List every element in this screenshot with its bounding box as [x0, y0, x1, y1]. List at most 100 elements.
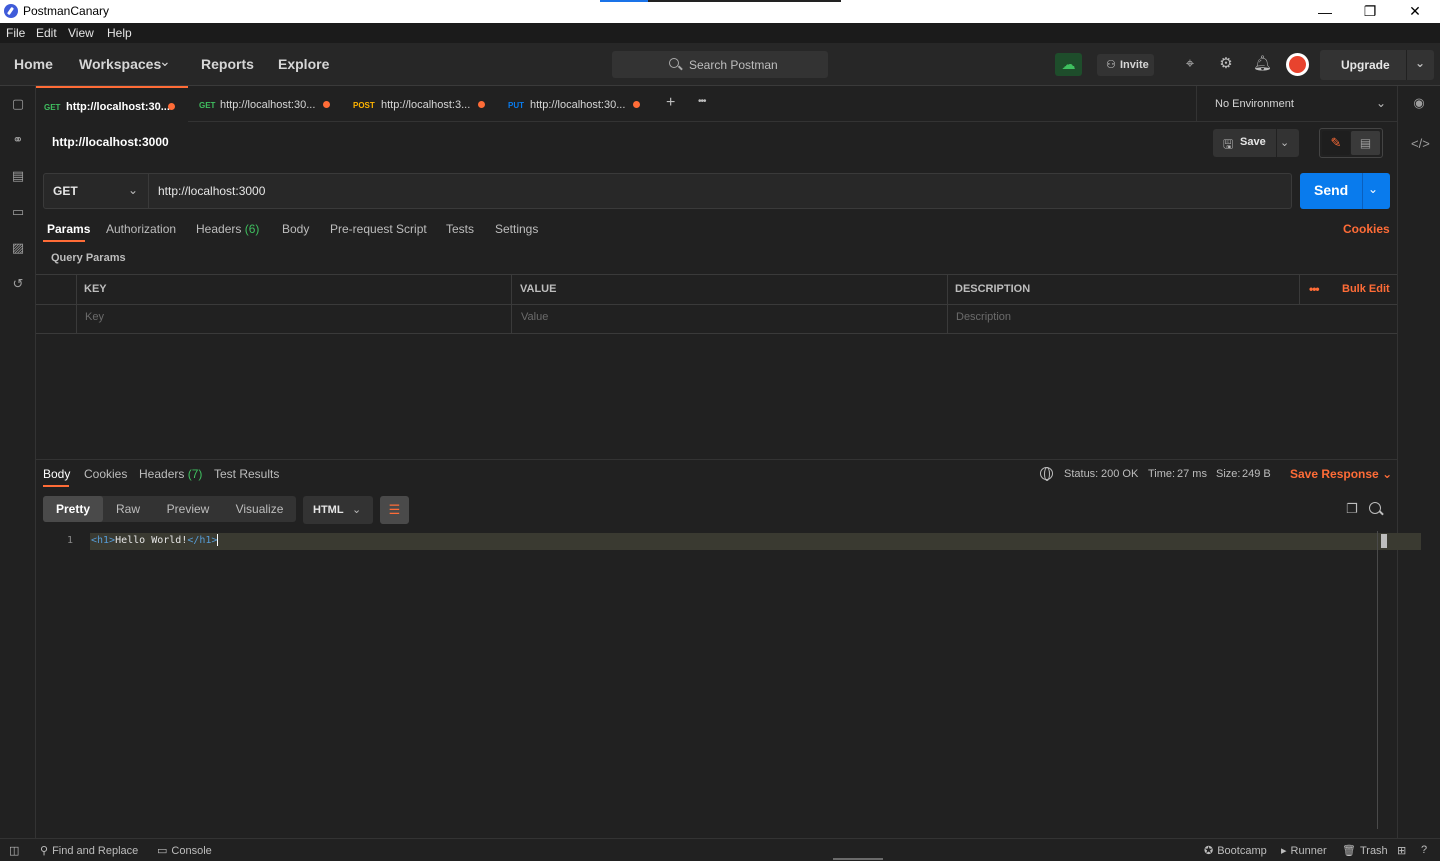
tab-authorization[interactable]: Authorization: [106, 222, 176, 236]
editor-scrollbar-thumb[interactable]: [1381, 534, 1387, 548]
toggle-sidebar-icon[interactable]: ◫: [9, 844, 19, 857]
help-icon[interactable]: ?: [1421, 844, 1427, 856]
request-tab[interactable]: PUT http://localhost:30...: [497, 86, 651, 122]
tab-body[interactable]: Body: [282, 222, 309, 236]
two-pane-icon[interactable]: ⊞: [1397, 844, 1406, 857]
mock-servers-icon[interactable]: ▭: [10, 204, 26, 220]
response-editor[interactable]: 1 <h1>Hello World!</h1>: [36, 530, 1421, 830]
new-tab-plus-icon[interactable]: +: [666, 94, 675, 112]
tab-method: GET: [199, 101, 216, 110]
nav-workspaces[interactable]: Workspaces: [79, 56, 161, 72]
menu-view[interactable]: View: [68, 26, 94, 40]
console-button[interactable]: ▭ Console: [157, 844, 212, 857]
time-value[interactable]: 27 ms: [1177, 468, 1207, 480]
workspaces-chevron-icon: ⌄: [159, 53, 171, 69]
url-bar: GET ⌄ http://localhost:3000: [43, 173, 1292, 209]
gear-icon[interactable]: ⚙: [1217, 55, 1235, 73]
runner-icon: ▸: [1281, 845, 1287, 857]
view-raw[interactable]: Raw: [103, 496, 153, 522]
monitors-icon[interactable]: ▨: [10, 240, 26, 256]
bell-icon[interactable]: 🔔︎: [1253, 55, 1272, 73]
menu-file[interactable]: File: [6, 26, 25, 40]
menu-bar: File Edit View Help: [0, 23, 1440, 43]
code-line[interactable]: <h1>Hello World!</h1>: [91, 534, 219, 546]
edit-pencil-icon[interactable]: ✎: [1322, 131, 1350, 155]
status-value[interactable]: 200 OK: [1101, 468, 1138, 480]
send-button[interactable]: Send ⌄: [1300, 173, 1390, 209]
view-visualize[interactable]: Visualize: [223, 496, 296, 522]
satellite-icon[interactable]: ⌖: [1181, 55, 1199, 73]
nav-reports[interactable]: Reports: [201, 56, 254, 72]
find-icon: ⚲: [40, 845, 49, 857]
window-title: PostmanCanary: [23, 4, 110, 18]
search-response-icon[interactable]: [1369, 502, 1381, 514]
code-snippet-icon[interactable]: </>: [1411, 136, 1430, 152]
eye-icon[interactable]: ◉: [1411, 95, 1427, 111]
bootcamp-button[interactable]: ✪ Bootcamp: [1204, 844, 1267, 857]
tab-params[interactable]: Params: [47, 222, 90, 236]
save-button[interactable]: 🖫 Save ⌄: [1213, 129, 1299, 157]
response-headers-count: (7): [187, 467, 203, 481]
cloud-sync-icon[interactable]: ☁: [1055, 53, 1082, 76]
view-preview[interactable]: Preview: [153, 496, 223, 522]
request-tab[interactable]: GET http://localhost:30...: [189, 86, 342, 122]
send-chevron-icon[interactable]: ⌄: [1368, 182, 1378, 196]
nav-explore[interactable]: Explore: [278, 56, 329, 72]
save-chevron-icon[interactable]: ⌄: [1280, 136, 1289, 149]
pane-divider[interactable]: [36, 459, 1397, 460]
history-icon[interactable]: ↺: [10, 276, 26, 292]
response-active-underline: [43, 485, 69, 487]
find-replace-button[interactable]: ⚲ Find and Replace: [40, 844, 138, 857]
description-input[interactable]: Description: [956, 311, 1011, 323]
restore-button[interactable]: ❐: [1347, 0, 1393, 23]
response-tab-test-results[interactable]: Test Results: [214, 467, 279, 481]
response-tab-headers[interactable]: Headers (7): [139, 467, 202, 481]
trash-button[interactable]: 🗑︎ Trash: [1342, 844, 1388, 857]
upgrade-chevron-icon[interactable]: ⌄: [1415, 56, 1425, 70]
wrap-lines-icon[interactable]: ☰: [380, 496, 409, 524]
environment-selector[interactable]: No Environment ⌄: [1196, 86, 1397, 122]
runner-button[interactable]: ▸ Runner: [1281, 844, 1327, 857]
request-tab[interactable]: POST http://localhost:3...: [343, 86, 496, 122]
method-select[interactable]: GET ⌄: [44, 174, 149, 208]
request-tab[interactable]: GET http://localhost:30...: [36, 86, 188, 122]
invite-button[interactable]: ⚇ Invite: [1097, 54, 1154, 76]
close-window-button[interactable]: ✕: [1392, 0, 1438, 23]
apis-icon[interactable]: ⚭: [10, 132, 26, 148]
request-title[interactable]: http://localhost:3000: [52, 135, 169, 149]
send-label: Send: [1314, 182, 1349, 198]
tab-pre-request-script[interactable]: Pre-request Script: [330, 222, 427, 236]
collections-icon[interactable]: ▢: [10, 96, 26, 112]
cookies-link[interactable]: Cookies: [1343, 222, 1390, 236]
globe-icon[interactable]: [1040, 467, 1053, 481]
url-input[interactable]: http://localhost:3000: [158, 184, 265, 198]
view-pretty[interactable]: Pretty: [43, 496, 103, 522]
size-value[interactable]: 249 B: [1242, 468, 1271, 480]
minimize-button[interactable]: —: [1302, 0, 1348, 23]
menu-edit[interactable]: Edit: [36, 26, 57, 40]
avatar[interactable]: [1286, 53, 1309, 76]
key-input[interactable]: Key: [85, 311, 104, 323]
nav-home[interactable]: Home: [14, 56, 53, 72]
response-tab-body[interactable]: Body: [43, 467, 70, 481]
trash-icon: 🗑︎: [1342, 845, 1356, 857]
tab-settings[interactable]: Settings: [495, 222, 538, 236]
language-label: HTML: [313, 504, 344, 516]
upgrade-button[interactable]: Upgrade ⌄: [1320, 50, 1434, 80]
documentation-icon[interactable]: ▤: [1351, 131, 1380, 155]
menu-help[interactable]: Help: [107, 26, 132, 40]
language-select[interactable]: HTML ⌄: [303, 496, 373, 524]
copy-icon[interactable]: ❐: [1346, 501, 1360, 516]
search-box[interactable]: Search Postman: [612, 51, 828, 78]
table-options-icon[interactable]: •••: [1309, 282, 1320, 296]
save-response-button[interactable]: Save Response ⌄: [1290, 467, 1392, 481]
value-input[interactable]: Value: [521, 311, 548, 323]
response-tab-cookies[interactable]: Cookies: [84, 467, 127, 481]
environments-icon[interactable]: ▤: [10, 168, 26, 184]
tab-headers[interactable]: Headers (6): [196, 222, 259, 236]
editor-scrollbar-track[interactable]: [1377, 531, 1378, 829]
tab-tests[interactable]: Tests: [446, 222, 474, 236]
more-tabs-icon[interactable]: •••: [698, 96, 706, 107]
bulk-edit-link[interactable]: Bulk Edit: [1342, 283, 1390, 295]
resize-handle[interactable]: [833, 858, 883, 860]
